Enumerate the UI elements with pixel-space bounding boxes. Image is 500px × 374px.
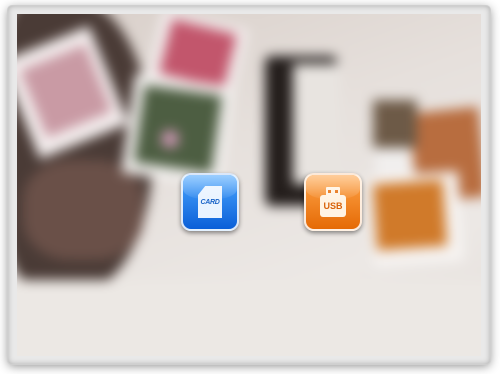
background-photo [17,14,481,356]
usb-source-button[interactable]: USB [304,173,362,231]
device-frame: CARD USB [8,6,490,364]
card-label: CARD [200,198,220,206]
usb-drive-icon: USB [320,187,346,217]
usb-label: USB [323,201,343,211]
screen: CARD USB [17,14,481,356]
sd-card-icon: CARD [198,186,222,218]
card-source-button[interactable]: CARD [181,173,239,231]
